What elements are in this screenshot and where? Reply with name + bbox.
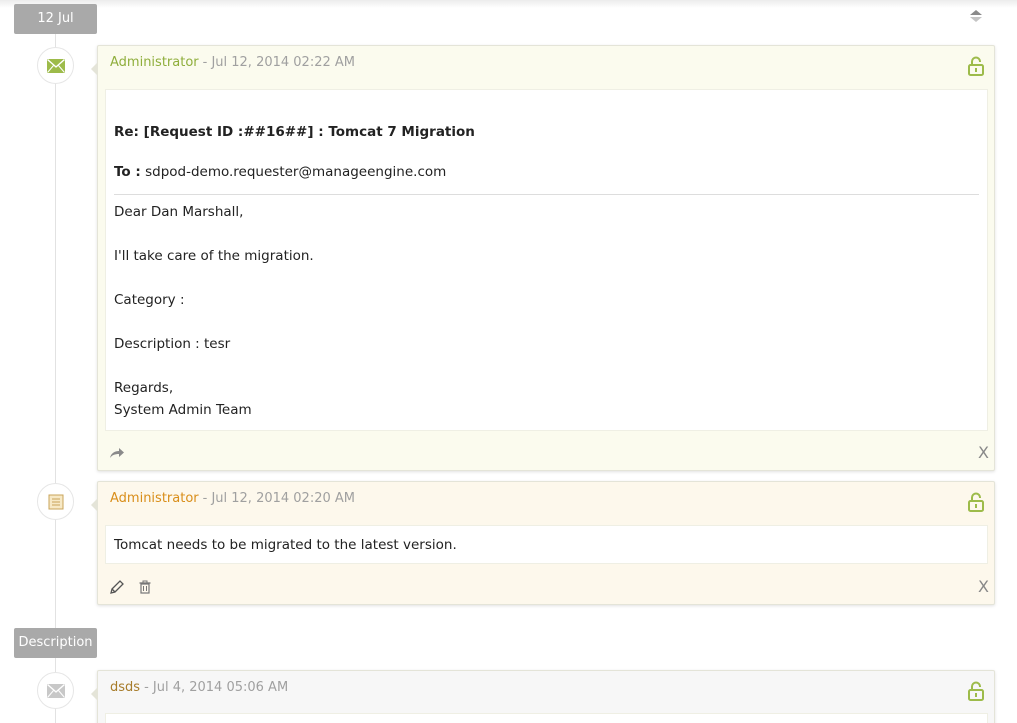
timeline-line [55, 34, 56, 628]
trash-icon[interactable] [136, 578, 154, 596]
top-shadow-bar [0, 0, 1017, 8]
author-name[interactable]: Administrator [110, 55, 199, 70]
email-greeting: Dear Dan Marshall, [114, 204, 244, 220]
card-pointer [91, 498, 98, 512]
email-subject: Re: [Request ID :##16##] : Tomcat 7 Migr… [114, 124, 475, 140]
forward-icon[interactable] [108, 444, 126, 462]
close-button[interactable]: X [978, 578, 989, 596]
note-text: Tomcat needs to be migrated to the lates… [114, 537, 457, 553]
close-button[interactable]: X [978, 444, 989, 462]
to-label: To : [114, 164, 141, 180]
timestamp: - Jul 12, 2014 02:22 AM [202, 55, 355, 70]
card-header: dsds - Jul 4, 2014 05:06 AM [110, 680, 288, 695]
email-body [105, 713, 988, 723]
timeline-node-note [37, 483, 74, 520]
to-address: sdpod-demo.requester@manageengine.com [145, 164, 447, 180]
conversation-card-note: Administrator - Jul 12, 2014 02:20 AM Tom… [91, 481, 995, 605]
date-separator-12-jul: 12 Jul [14, 4, 97, 34]
email-signature: System Admin Team [114, 402, 252, 418]
card-actions [108, 578, 988, 596]
conversation-card-email: dsds - Jul 4, 2014 05:06 AM [91, 670, 995, 723]
timeline-node-email [37, 672, 74, 709]
unlock-icon[interactable] [968, 56, 984, 76]
email-body: Re: [Request ID :##16##] : Tomcat 7 Migr… [105, 89, 988, 431]
unlock-icon[interactable] [968, 492, 984, 512]
timestamp: - Jul 4, 2014 05:06 AM [144, 680, 289, 695]
email-line: I'll take care of the migration. [114, 248, 314, 264]
timeline-node-email [37, 47, 74, 84]
email-closing: Regards, [114, 380, 174, 396]
card-pointer [91, 687, 98, 701]
envelope-icon [46, 683, 65, 698]
date-separator-description: Description [14, 628, 97, 658]
conversation-card-email: Administrator - Jul 12, 2014 02:22 AM Re:… [91, 45, 995, 471]
note-body: Tomcat needs to be migrated to the lates… [105, 525, 988, 564]
unlock-icon[interactable] [968, 681, 984, 701]
sort-icon[interactable] [969, 9, 983, 23]
divider [114, 194, 979, 195]
author-name[interactable]: Administrator [110, 491, 199, 506]
email-line: Category : [114, 292, 185, 308]
card-actions [108, 444, 988, 462]
envelope-icon [46, 58, 65, 73]
pencil-icon[interactable] [108, 578, 126, 596]
card-header: Administrator - Jul 12, 2014 02:22 AM [110, 55, 355, 70]
email-line: Description : tesr [114, 336, 231, 352]
email-recipient: To : sdpod-demo.requester@manageengine.c… [114, 161, 979, 183]
card-header: Administrator - Jul 12, 2014 02:20 AM [110, 491, 355, 506]
timestamp: - Jul 12, 2014 02:20 AM [202, 491, 355, 506]
card-pointer [91, 62, 98, 76]
author-name[interactable]: dsds [110, 680, 140, 695]
note-icon [48, 494, 63, 509]
